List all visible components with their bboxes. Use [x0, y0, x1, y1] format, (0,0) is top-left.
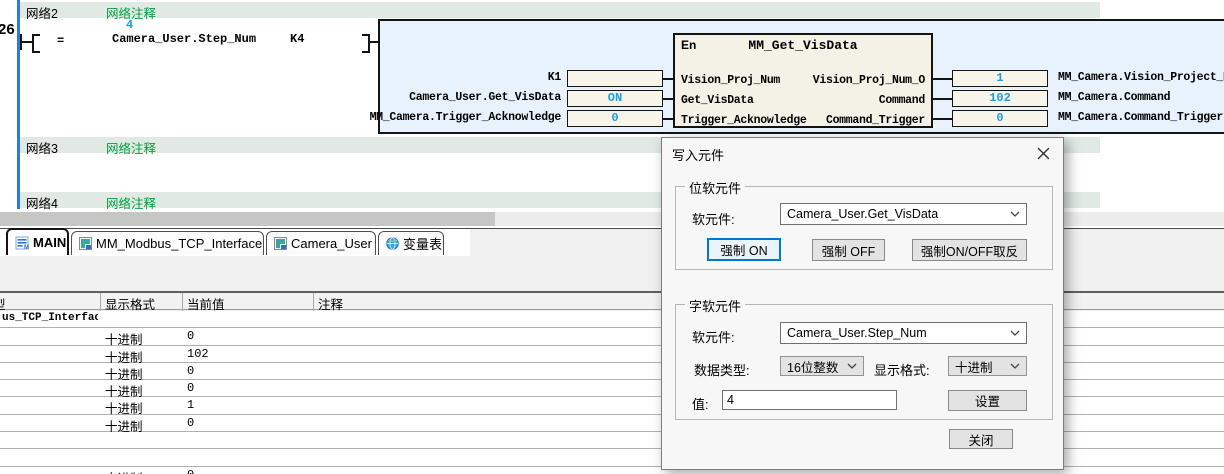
network-2-label: 网络2	[26, 7, 58, 21]
value-input[interactable]	[722, 390, 897, 410]
network-3-comment[interactable]: 网络注释	[106, 138, 156, 157]
force-off-button[interactable]: 强制 OFF	[812, 239, 885, 261]
tab-label: MM_Modbus_TCP_Interface	[96, 236, 263, 251]
fb-input-value-box[interactable]	[567, 70, 663, 87]
fb-icon	[274, 237, 287, 250]
display-format-label: 显示格式:	[874, 363, 930, 378]
input-wire	[663, 118, 673, 120]
ladder-left-busbar	[17, 0, 20, 209]
tab-mm-modbus-tcp-interface[interactable]: MM_Modbus_TCP_Interface	[71, 231, 264, 255]
datatype-label: 数据类型:	[694, 363, 750, 378]
fb-output-pin: Command_Trigger	[825, 114, 925, 127]
word-device-group-label: 字软元件	[685, 296, 746, 315]
fb-input-pin: Trigger_Acknowledge	[681, 114, 807, 127]
network-4-comment[interactable]: 网络注释	[106, 193, 156, 212]
set-button[interactable]: 设置	[948, 390, 1027, 411]
operand1-monitor-value: 4	[126, 18, 134, 32]
cell-value: 102	[187, 346, 209, 361]
cell-value: 1	[187, 398, 195, 413]
chevron-down-icon	[1010, 211, 1020, 217]
network-2-band[interactable]: 网络2 网络注释	[20, 2, 1100, 21]
fb-icon	[79, 237, 92, 250]
word-device-group: 字软元件 软元件: Camera_User.Step_Num 数据类型: 16位…	[675, 296, 1053, 420]
dialog-close-button[interactable]: 关闭	[949, 429, 1013, 449]
fb-output-operand[interactable]: MM_Camera.Vision_Project_Num	[1058, 71, 1224, 84]
bit-device-group: 位软元件 软元件: Camera_User.Get_VisData 强制 ON …	[675, 178, 1053, 270]
fb-input-value-box[interactable]: ON	[567, 90, 663, 107]
cell-name: us_TCP_Interface	[2, 312, 98, 324]
plc-ide-screen: 26 网络2 网络注释 = 4 Camera_User.Step_Num K4 …	[0, 0, 1224, 474]
tab-camera-user[interactable]: Camera_User	[266, 231, 376, 255]
fb-output-pin: Vision_Proj_Num_O	[812, 74, 926, 87]
rung-step-number: 26	[0, 21, 15, 38]
svg-text:M: M	[24, 245, 29, 250]
compare-operand1[interactable]: Camera_User.Step_Num	[112, 32, 256, 46]
fb-input-value-box[interactable]: 0	[567, 110, 663, 127]
value-label: 值:	[692, 397, 709, 412]
compare-contact-open-bracket	[32, 34, 40, 53]
cell-value: 0	[187, 329, 195, 344]
cell-format: 十进制	[105, 468, 143, 474]
tab-main[interactable]: M MAIN	[6, 228, 69, 255]
fb-output-operand[interactable]: MM_Camera.Command_Trigger	[1058, 111, 1223, 124]
display-format-value: 十进制	[955, 360, 993, 375]
fb-input-operand[interactable]: K1	[339, 71, 562, 84]
cell-value: 0	[187, 468, 194, 474]
dialog-title: 写入元件	[672, 148, 725, 163]
fb-input-operand[interactable]: MM_Camera.Trigger_Acknowledge	[339, 111, 562, 124]
tab-label: MAIN	[33, 235, 67, 250]
output-wire	[933, 98, 952, 100]
close-icon[interactable]	[1037, 147, 1050, 160]
globe-icon	[386, 237, 399, 250]
horizontal-scrollbar-thumb[interactable]	[0, 212, 495, 226]
rung-wire-left	[20, 41, 32, 43]
word-device-label: 软元件:	[692, 330, 735, 345]
force-toggle-button[interactable]: 强制ON/OFF取反	[912, 239, 1027, 261]
compare-operator[interactable]: =	[57, 34, 64, 48]
cell-value: 0	[187, 381, 195, 396]
fb-output-pin: Command	[878, 94, 926, 107]
word-device-value: Camera_User.Step_Num	[787, 326, 927, 340]
tab-variable-table[interactable]: 变量表	[378, 231, 444, 255]
network-3-label: 网络3	[26, 142, 58, 156]
chevron-down-icon	[1010, 363, 1020, 369]
fb-output-value-box[interactable]: 102	[952, 90, 1048, 107]
fb-input-pin: Get_VisData	[681, 94, 754, 107]
write-device-dialog: 写入元件 位软元件 软元件: Camera_User.Get_VisData 强…	[661, 137, 1064, 470]
cell-value: 0	[187, 415, 195, 430]
fb-output-value-box[interactable]: 1	[952, 70, 1048, 87]
bit-device-group-label: 位软元件	[685, 178, 746, 197]
force-on-button[interactable]: 强制 ON	[707, 238, 781, 261]
output-wire	[933, 118, 952, 120]
display-format-combobox[interactable]: 十进制	[948, 356, 1027, 376]
function-block[interactable]: En MM_Get_VisData Vision_Proj_Num Get_Vi…	[673, 33, 933, 128]
word-device-combobox[interactable]: Camera_User.Step_Num	[780, 322, 1027, 344]
compare-operand2[interactable]: K4	[290, 32, 304, 46]
chevron-down-icon	[847, 363, 857, 369]
tab-label: Camera_User	[291, 236, 372, 251]
output-wire	[933, 78, 952, 80]
bit-device-value: Camera_User.Get_VisData	[787, 207, 939, 221]
ladder-icon: M	[15, 236, 29, 250]
bit-device-label: 软元件:	[692, 212, 735, 227]
cell-value: 0	[187, 363, 195, 378]
bit-device-combobox[interactable]: Camera_User.Get_VisData	[780, 203, 1027, 225]
fb-output-value-box[interactable]: 0	[952, 110, 1048, 127]
input-wire	[663, 98, 673, 100]
fb-title: MM_Get_VisData	[748, 38, 858, 53]
datatype-combobox[interactable]: 16位整数	[780, 356, 864, 376]
network-4-label: 网络4	[26, 197, 58, 211]
fb-output-operand[interactable]: MM_Camera.Command	[1058, 91, 1171, 104]
tab-label: 变量表	[403, 237, 443, 252]
input-wire	[663, 78, 673, 80]
fb-input-pin: Vision_Proj_Num	[681, 74, 781, 87]
chevron-down-icon	[1010, 330, 1020, 336]
compare-contact-close-bracket	[362, 34, 370, 53]
datatype-value: 16位整数	[787, 360, 839, 375]
fb-input-operand[interactable]: Camera_User.Get_VisData	[339, 91, 561, 104]
